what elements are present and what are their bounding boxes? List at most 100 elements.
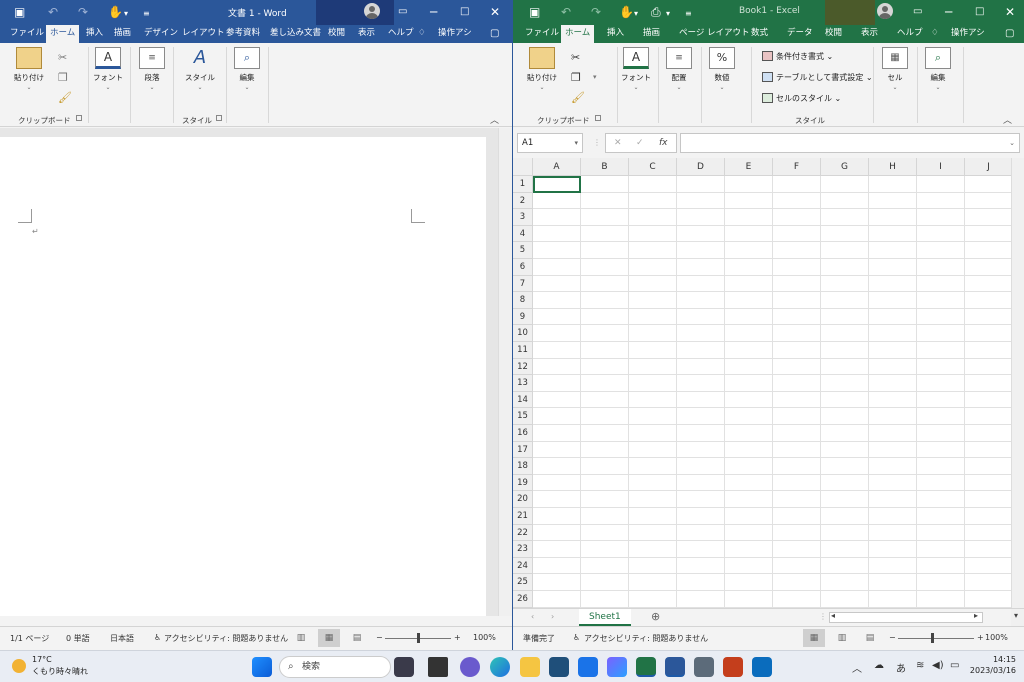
scroll-left-icon[interactable]: ◂ [831, 611, 835, 620]
name-box[interactable]: A1 ▾ [517, 133, 583, 153]
word-count[interactable]: 0 単語 [66, 633, 90, 644]
row-header[interactable]: 23 [513, 541, 533, 558]
horizontal-scrollbar[interactable] [829, 612, 983, 623]
column-header[interactable]: G [821, 158, 869, 176]
wifi-icon[interactable]: ≋ [916, 660, 924, 671]
cell-styles-button[interactable]: セルのスタイル ⌄ [762, 93, 841, 104]
row-header[interactable]: 22 [513, 524, 533, 542]
row-header[interactable]: 20 [513, 491, 533, 508]
tab-help[interactable]: ヘルプ [893, 25, 927, 43]
format-as-table-button[interactable]: テーブルとして書式設定 ⌄ [762, 72, 873, 83]
web-layout-icon[interactable]: ▤ [346, 629, 368, 647]
undo-icon[interactable]: ↶ [48, 4, 58, 20]
mail-icon[interactable] [578, 657, 598, 677]
row-header[interactable]: 16 [513, 425, 533, 442]
next-sheet-icon[interactable]: › [551, 612, 554, 621]
weather-icon[interactable] [12, 659, 26, 673]
search-box[interactable]: ⌕ 検索 [279, 656, 391, 678]
tab-data[interactable]: データ [783, 25, 817, 43]
tab-formulas[interactable]: 数式 [747, 25, 772, 43]
select-all-corner[interactable] [513, 158, 533, 176]
vertical-scrollbar[interactable] [498, 128, 512, 616]
scroll-down-icon[interactable]: ▾ [1014, 611, 1018, 620]
row-header[interactable]: 18 [513, 458, 533, 475]
save-icon[interactable]: ▣ [529, 4, 540, 20]
maximize-icon[interactable]: □ [975, 4, 984, 20]
copy-icon[interactable]: ❐ [58, 71, 68, 84]
column-header[interactable]: C [629, 158, 677, 176]
tab-home[interactable]: ホーム [561, 25, 595, 43]
row-header[interactable]: 5 [513, 242, 533, 259]
collapse-ribbon-icon[interactable]: ︿ [490, 113, 499, 126]
tab-design[interactable]: デザイン [140, 25, 182, 43]
minimize-icon[interactable]: ─ [430, 4, 437, 20]
store-icon[interactable] [549, 657, 569, 677]
qat-dropdown-icon[interactable]: ▾ [666, 6, 670, 22]
tab-review[interactable]: 校閲 [324, 25, 349, 43]
word-taskbar-icon[interactable] [665, 657, 685, 677]
sheet-tab[interactable]: Sheet1 [579, 609, 631, 626]
number-button[interactable]: % 数値 ⌄ [707, 47, 737, 91]
minimize-icon[interactable]: ─ [945, 4, 952, 20]
lightbulb-icon[interactable]: ♢ [927, 25, 943, 43]
formula-input[interactable]: ⌄ [680, 133, 1020, 153]
zoom-out-icon[interactable]: − [376, 633, 383, 642]
column-header[interactable]: D [677, 158, 725, 176]
tab-help[interactable]: ヘルプ [384, 25, 418, 43]
clock-time[interactable]: 14:15 [972, 655, 1016, 664]
tab-splitter-icon[interactable]: ⋮ [819, 612, 827, 621]
row-header[interactable]: 8 [513, 292, 533, 309]
row-header[interactable]: 14 [513, 391, 533, 409]
edit-button[interactable]: ⌕ 編集 ⌄ [232, 47, 262, 91]
explorer-icon[interactable] [520, 657, 540, 677]
column-header[interactable]: I [917, 158, 965, 176]
tab-review[interactable]: 校閲 [821, 25, 846, 43]
row-header[interactable]: 24 [513, 557, 533, 575]
copy-dropdown-icon[interactable]: ▾ [593, 73, 597, 81]
accessibility-status[interactable]: アクセシビリティ: 問題ありません [164, 633, 288, 644]
onedrive-icon[interactable]: ☁ [874, 660, 884, 671]
zoom-in-icon[interactable]: + [977, 633, 984, 642]
cut-icon[interactable]: ✂ [571, 51, 580, 64]
paste-button[interactable]: 貼り付け ⌄ [14, 47, 44, 91]
powerpoint-icon[interactable] [723, 657, 743, 677]
row-header[interactable]: 19 [513, 474, 533, 492]
column-header[interactable]: A [533, 158, 581, 176]
row-header[interactable]: 11 [513, 342, 533, 359]
tab-tell-me[interactable]: 操作アシ [947, 25, 989, 43]
edit-button[interactable]: ⌕ 編集 ⌄ [923, 47, 953, 91]
conditional-formatting-button[interactable]: 条件付き書式 ⌄ [762, 51, 833, 62]
page-break-view-icon[interactable]: ▤ [859, 629, 881, 647]
format-painter-icon[interactable]: 🖌 [571, 91, 585, 104]
name-box-dropdown-icon[interactable]: ▾ [574, 134, 578, 152]
clipboard-launcher-icon[interactable] [595, 115, 601, 121]
edge-icon[interactable] [490, 657, 510, 677]
expand-formula-icon[interactable]: ⌄ [1009, 139, 1015, 147]
add-sheet-icon[interactable]: ⊕ [651, 610, 660, 623]
lightbulb-icon[interactable]: ♢ [414, 25, 430, 43]
print-layout-icon[interactable]: ▦ [318, 629, 340, 647]
avatar[interactable] [364, 3, 380, 19]
formula-bar-grip-icon[interactable]: ⋮ [593, 138, 601, 147]
styles-launcher-icon[interactable] [216, 115, 222, 121]
zoom-out-icon[interactable]: − [889, 633, 896, 642]
page-layout-view-icon[interactable]: ▥ [831, 629, 853, 647]
zoom-in-icon[interactable]: + [454, 633, 461, 642]
cut-icon[interactable]: ✂ [58, 51, 67, 64]
page-count[interactable]: 1/1 ページ [10, 633, 49, 644]
row-header[interactable]: 12 [513, 358, 533, 376]
column-header[interactable]: E [725, 158, 773, 176]
comments-icon[interactable]: ▢ [1001, 25, 1018, 43]
touch-mode-icon[interactable]: ✋ [108, 4, 123, 20]
volume-icon[interactable]: ◀) [932, 660, 944, 671]
start-icon[interactable] [252, 657, 272, 677]
row-header[interactable]: 4 [513, 225, 533, 243]
weather-text[interactable]: くもり時々晴れ [32, 666, 88, 677]
row-header[interactable]: 2 [513, 192, 533, 210]
normal-view-icon[interactable]: ▦ [803, 629, 825, 647]
tab-file[interactable]: ファイル [6, 25, 48, 43]
scroll-right-icon[interactable]: ▸ [974, 611, 978, 620]
redo-icon[interactable]: ↷ [591, 4, 601, 20]
print-icon[interactable]: ⎙ [651, 4, 661, 20]
customize-qat-icon[interactable]: ≡ [685, 6, 692, 22]
